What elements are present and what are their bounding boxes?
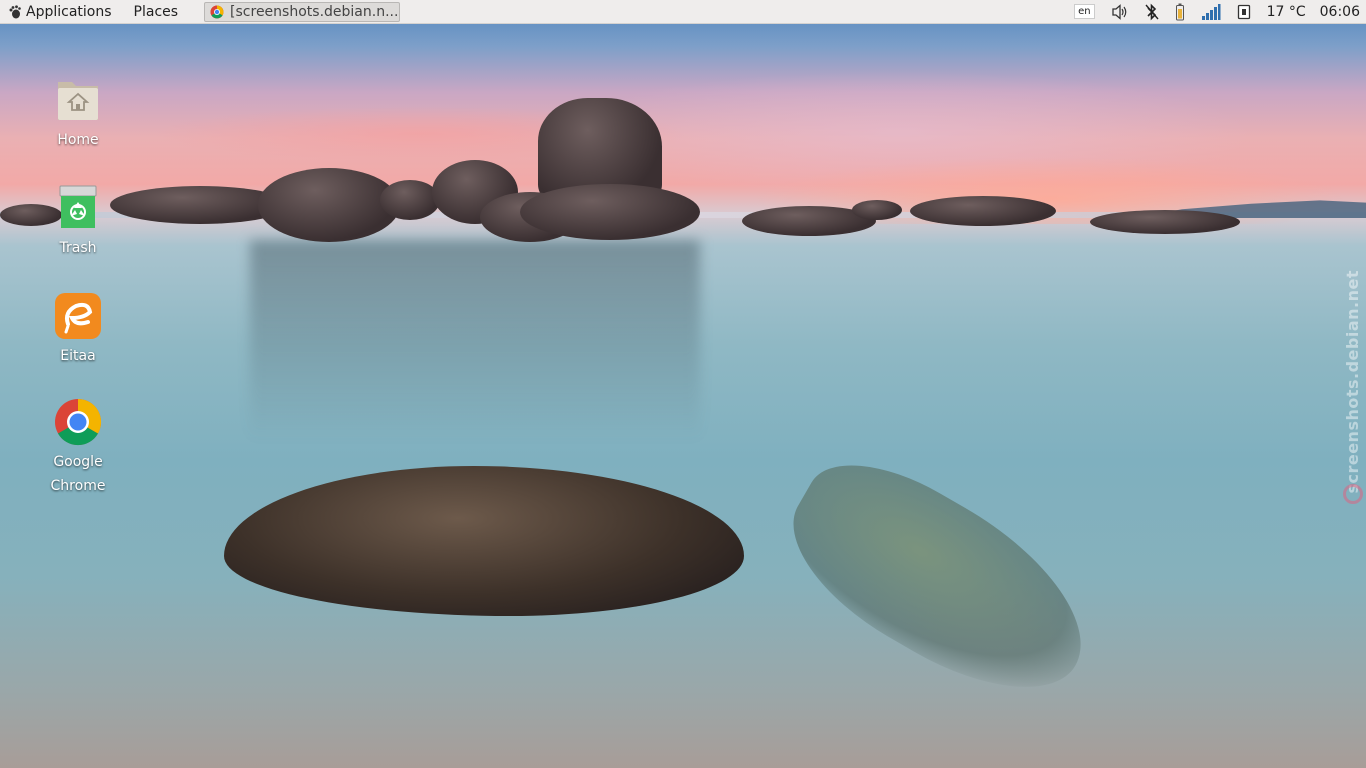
keyboard-layout-indicator[interactable]: en — [1074, 0, 1095, 24]
desktop-icon-eitaa[interactable]: Eitaa — [28, 292, 128, 368]
system-tray: en 17 °C 06:06 — [1058, 0, 1366, 24]
home-folder-icon — [58, 82, 98, 120]
battery-indicator[interactable] — [1175, 0, 1185, 24]
window-list-applet[interactable] — [1237, 0, 1251, 24]
places-menu[interactable]: Places — [128, 0, 185, 24]
wallpaper-foreground-rock — [224, 466, 744, 616]
window-box-icon — [1237, 4, 1250, 19]
desktop-icon-label: Google Chrome — [50, 454, 106, 494]
chrome-icon — [55, 398, 102, 446]
desktop-icon-label: Home — [57, 132, 99, 148]
wallpaper-rock — [910, 196, 1056, 226]
volume-icon — [1111, 3, 1126, 20]
wallpaper-rock — [258, 168, 400, 242]
signal-strength-icon — [1201, 3, 1221, 20]
volume-control[interactable] — [1111, 0, 1129, 24]
watermark-logo-icon — [1343, 484, 1363, 504]
temperature-label: 17 °C — [1266, 3, 1306, 20]
chrome-icon — [210, 5, 224, 18]
wallpaper-rock — [380, 180, 440, 220]
top-panel: Applications Places [screenshots.debian.… — [0, 0, 1366, 24]
applications-menu[interactable]: Applications — [0, 0, 118, 24]
desktop-icon-trash[interactable]: Trash — [28, 184, 128, 260]
clock[interactable]: 06:06 — [1320, 0, 1360, 24]
eitaa-icon — [55, 293, 101, 339]
wallpaper-rock — [852, 200, 902, 220]
bluetooth-control[interactable] — [1145, 0, 1159, 24]
desktop-icon-home[interactable]: Home — [28, 76, 128, 152]
applications-label: Applications — [26, 3, 112, 20]
wallpaper-rock — [520, 184, 700, 240]
wallpaper-rock — [1090, 210, 1240, 234]
desktop-icon-google-chrome[interactable]: Google Chrome — [28, 398, 128, 498]
desktop[interactable]: Applications Places [screenshots.debian.… — [0, 0, 1366, 768]
taskbar-window-button[interactable]: [screenshots.debian.n... — [204, 1, 401, 22]
network-indicator[interactable] — [1201, 0, 1221, 24]
wallpaper-reflection — [250, 240, 700, 440]
trash-icon — [59, 185, 97, 228]
watermark-text: screenshots.debian.net — [1343, 270, 1362, 494]
bluetooth-icon — [1145, 3, 1159, 20]
desktop-icon-label: Trash — [59, 240, 97, 256]
places-label: Places — [133, 3, 179, 20]
desktop-icon-label: Eitaa — [60, 348, 96, 364]
weather-indicator[interactable]: 17 °C — [1267, 0, 1306, 24]
clock-time: 06:06 — [1319, 3, 1360, 20]
gnome-foot-icon — [9, 4, 21, 18]
battery-icon — [1175, 3, 1184, 20]
keyboard-layout-label: en — [1074, 4, 1095, 19]
wallpaper-submerged-rock — [763, 435, 1117, 725]
taskbar-window-title: [screenshots.debian.n... — [230, 3, 399, 20]
